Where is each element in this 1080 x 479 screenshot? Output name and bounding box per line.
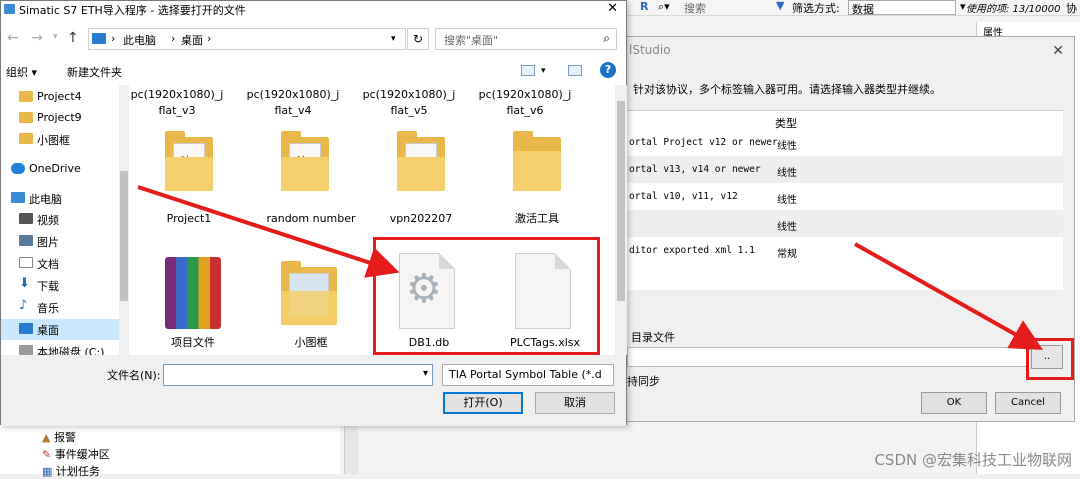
watermark: CSDN @宏集科技工业物联网 (874, 451, 1072, 469)
arrow-to-file (137, 185, 400, 278)
arrow-to-browse (854, 242, 1043, 350)
annotation-arrows (137, 185, 1043, 350)
